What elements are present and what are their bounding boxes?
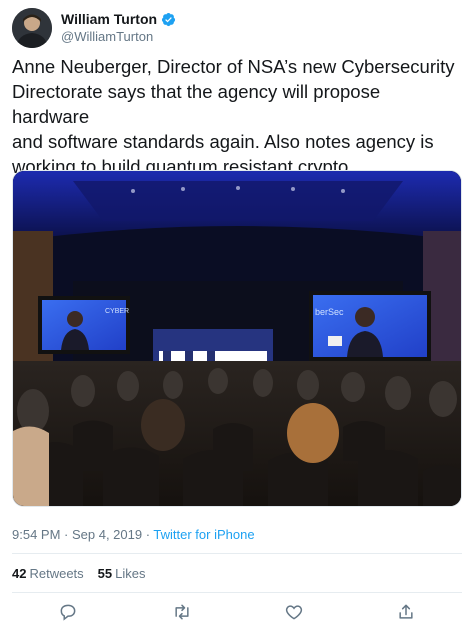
retweet-button[interactable] (170, 600, 194, 624)
divider (12, 553, 462, 554)
share-button[interactable] (394, 600, 418, 624)
avatar-image (12, 8, 52, 48)
tweet-source-link[interactable]: Twitter for iPhone (153, 527, 254, 542)
likes-label: Likes (115, 566, 146, 581)
like-button[interactable] (282, 600, 306, 624)
share-icon (399, 604, 413, 619)
retweets-label: Retweets (29, 566, 84, 581)
screen-right-text: berSec (315, 307, 344, 317)
tweet-stats: 42 Retweets 55 Likes (12, 566, 146, 581)
conference-photo: CYBER berSec (13, 171, 461, 506)
retweets-stat[interactable]: 42 Retweets (12, 566, 84, 581)
tweet-timestamp[interactable]: 9:54 PM · Sep 4, 2019 · (12, 527, 153, 542)
retweet-icon (175, 604, 189, 620)
author-handle[interactable]: @WilliamTurton (61, 29, 153, 44)
reply-button[interactable] (56, 600, 80, 624)
reply-icon (60, 604, 76, 621)
screen-left-text: CYBER (105, 308, 129, 315)
avatar[interactable] (12, 8, 52, 48)
tweet-actions (12, 598, 462, 626)
likes-stat[interactable]: 55 Likes (98, 566, 146, 581)
retweets-count: 42 (12, 566, 27, 581)
author-display-name[interactable]: William Turton (61, 11, 157, 27)
verified-badge-icon (161, 12, 176, 27)
tweet-meta: 9:54 PM · Sep 4, 2019 · Twitter for iPho… (12, 527, 255, 542)
tweet-text: Anne Neuberger, Director of NSA’s new Cy… (12, 56, 455, 177)
heart-icon (285, 605, 303, 620)
tweet-photo[interactable]: CYBER berSec (12, 170, 462, 507)
tweet-header: William Turton @WilliamTurton (12, 8, 452, 48)
divider (12, 592, 462, 593)
likes-count: 55 (97, 566, 113, 581)
